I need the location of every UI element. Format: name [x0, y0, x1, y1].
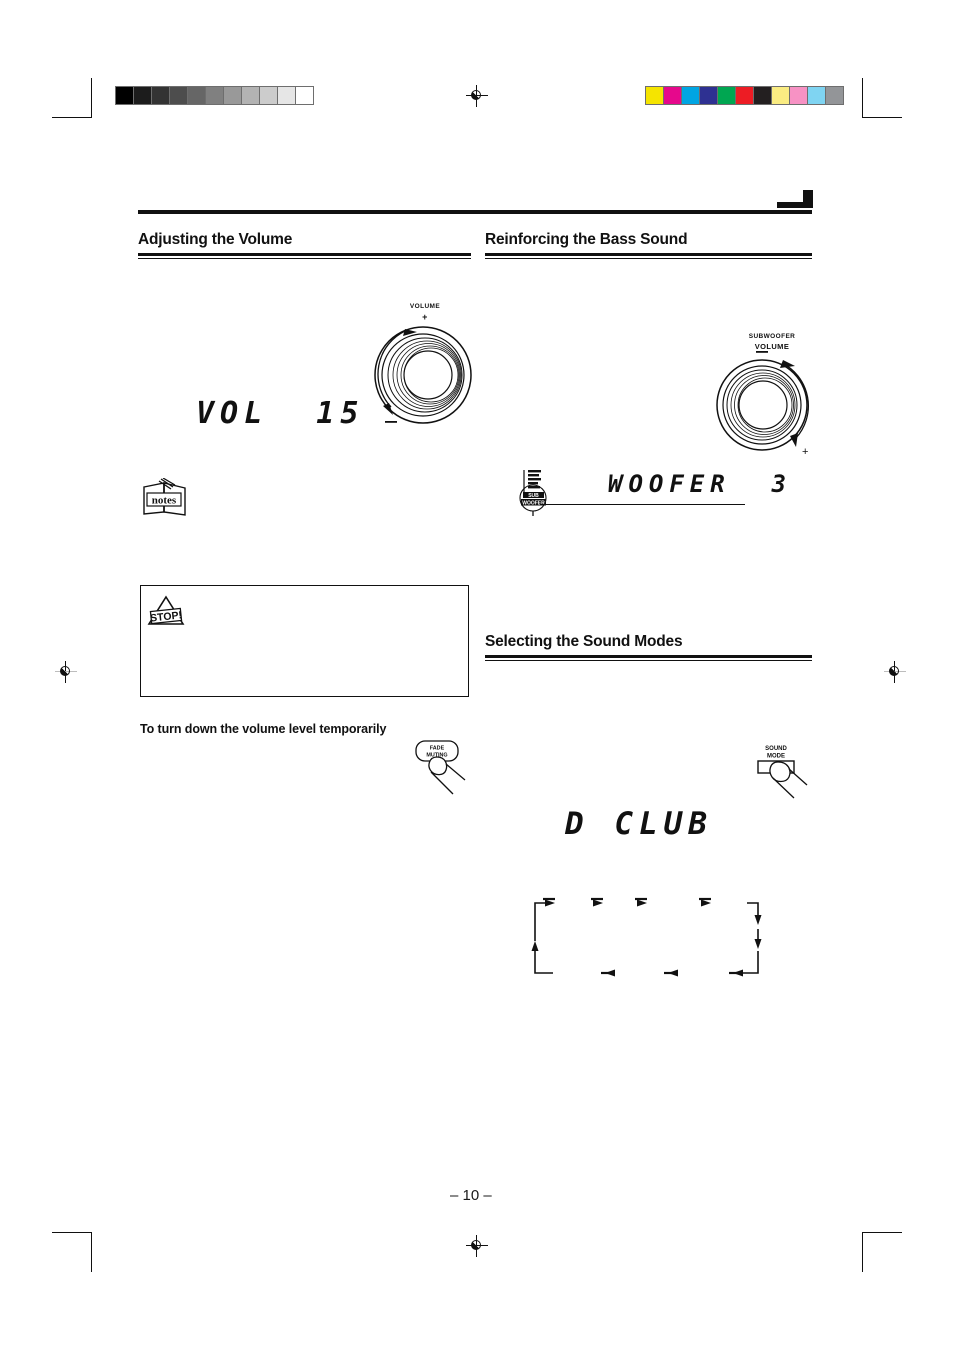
- subwoofer-knob-graphic: +: [716, 351, 809, 458]
- page-number: – 10 –: [450, 1187, 492, 1204]
- heading-rule-thick: [138, 253, 471, 256]
- calibration-swatch: [718, 87, 736, 104]
- svg-text:+: +: [802, 446, 808, 458]
- volume-knob-label: VOLUME: [409, 303, 441, 310]
- notes-book-icon: notes: [140, 477, 190, 525]
- section-reinforcing-the-bass-sound: Reinforcing the Bass Sound: [485, 230, 812, 259]
- heading-rule-thick: [485, 253, 812, 256]
- caution-box: [140, 585, 469, 697]
- calibration-swatch: [296, 87, 313, 104]
- svg-text:notes: notes: [152, 495, 177, 507]
- subhead-turn-down-volume: To turn down the volume level temporaril…: [140, 722, 387, 736]
- page-title-adjusting-volume: Adjusting the Volume: [138, 231, 293, 248]
- calibration-swatch: [170, 87, 188, 104]
- grayscale-calibration-strip: [115, 86, 314, 105]
- calibration-swatch: [116, 87, 134, 104]
- svg-text:STOP!: STOP!: [150, 609, 183, 624]
- section-adjusting-the-volume: Adjusting the Volume: [138, 230, 471, 259]
- calibration-swatch: [682, 87, 700, 104]
- subwoofer-knob-label-line2: VOLUME: [754, 342, 790, 351]
- subwoofer-knob-label-line1: SUBWOOFER: [748, 333, 796, 340]
- calibration-swatch: [134, 87, 152, 104]
- heading-rule-thin: [138, 257, 471, 259]
- crop-mark-top-left-h: [52, 117, 92, 119]
- calibration-swatch: [260, 87, 278, 104]
- sound-mode-cycle-diagram: [515, 885, 785, 990]
- heading-rule-thin: [485, 659, 812, 661]
- color-calibration-strip: [645, 86, 844, 105]
- calibration-swatch: [772, 87, 790, 104]
- calibration-swatch: [278, 87, 296, 104]
- calibration-swatch: [242, 87, 260, 104]
- registration-target-icon: [466, 1235, 488, 1257]
- crop-mark-top-left-v: [91, 78, 93, 118]
- calibration-swatch: [808, 87, 826, 104]
- calibration-swatch: [826, 87, 843, 104]
- calibration-swatch: [790, 87, 808, 104]
- calibration-swatch: [188, 87, 206, 104]
- page-top-rule: [138, 210, 812, 214]
- volume-knob-plus-label: +: [422, 312, 428, 322]
- sound-mode-lcd-display: D CLUB: [565, 806, 713, 842]
- calibration-swatch: [664, 87, 682, 104]
- section-selecting-the-sound-modes: Selecting the Sound Modes: [485, 632, 812, 661]
- calibration-swatch: [206, 87, 224, 104]
- calibration-swatch: [700, 87, 718, 104]
- calibration-swatch: [754, 87, 772, 104]
- calibration-swatch: [736, 87, 754, 104]
- volume-knob-illustration: VOLUME +: [365, 303, 485, 428]
- crop-mark-bottom-left-v: [91, 1232, 93, 1272]
- svg-text:MODE: MODE: [767, 754, 785, 760]
- stop-caution-icon: STOP!: [146, 594, 186, 633]
- crop-mark-bottom-left-h: [52, 1232, 92, 1234]
- manual-page: Adjusting the Volume Reinforcing the Bas…: [0, 0, 954, 1352]
- svg-text:SUB: SUB: [528, 493, 539, 499]
- registration-target-icon: [884, 661, 906, 683]
- page-title-selecting-sound-modes: Selecting the Sound Modes: [485, 633, 683, 650]
- fade-muting-button-illustration: FADE MUTING: [413, 738, 475, 805]
- registration-target-icon: [466, 85, 488, 107]
- heading-rule-thick: [485, 655, 812, 658]
- svg-text:FADE: FADE: [430, 746, 445, 752]
- subwoofer-button-callout-icon: SUB WOOFER: [514, 466, 556, 521]
- sound-mode-button-illustration: SOUND MODE: [750, 740, 812, 805]
- registration-target-icon: [55, 661, 77, 683]
- crop-mark-bottom-right-v: [862, 1232, 864, 1272]
- woofer-lcd-display: WOOFER 3: [608, 470, 793, 498]
- calibration-swatch: [152, 87, 170, 104]
- calibration-swatch: [646, 87, 664, 104]
- subwoofer-volume-knob-illustration: SUBWOOFER VOLUME +: [710, 333, 830, 458]
- calibration-swatch: [224, 87, 242, 104]
- crop-mark-top-right-h: [862, 117, 902, 119]
- page-title-reinforcing-bass: Reinforcing the Bass Sound: [485, 231, 688, 248]
- corner-arrow-flag-icon: [777, 190, 813, 208]
- crop-mark-top-right-v: [862, 78, 864, 118]
- svg-text:SOUND: SOUND: [765, 746, 787, 752]
- heading-rule-thin: [485, 257, 812, 259]
- crop-mark-bottom-right-h: [862, 1232, 902, 1234]
- woofer-callout-rule: [540, 504, 745, 506]
- volume-lcd-display: VOL 15: [196, 396, 365, 431]
